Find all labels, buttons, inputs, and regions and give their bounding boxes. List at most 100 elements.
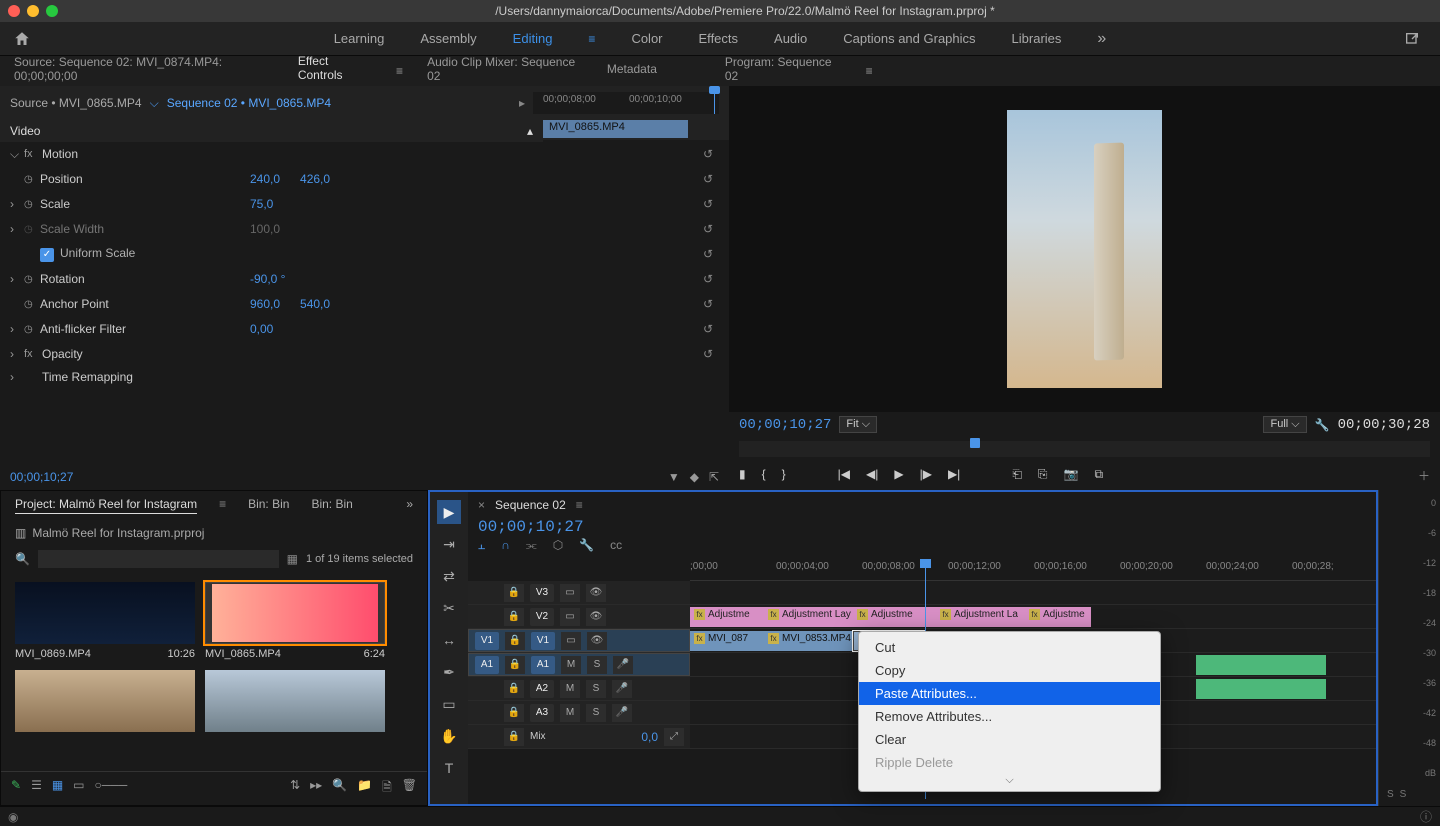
eye-icon[interactable]: 👁 xyxy=(586,584,606,602)
track-target-a3[interactable]: A3 xyxy=(530,704,554,722)
solo-right-icon[interactable]: S xyxy=(1400,789,1407,800)
tab-project[interactable]: Project: Malmö Reel for Instagram xyxy=(15,497,197,514)
mic-icon[interactable]: 🎤 xyxy=(613,656,633,674)
play-only-icon[interactable]: ▸ xyxy=(519,96,525,110)
reset-icon[interactable]: ↺ xyxy=(697,295,719,313)
bin-item-selected[interactable]: MVI_0865.MP46:24 xyxy=(205,582,385,660)
scale-val[interactable]: 75,0 xyxy=(250,197,273,211)
twirl-icon[interactable]: ⌵ xyxy=(10,147,24,162)
clip-adjustment[interactable]: fxAdjustment Lay xyxy=(764,607,853,627)
workspace-captions[interactable]: Captions and Graphics xyxy=(843,31,975,46)
lock-icon[interactable]: 🔒 xyxy=(505,632,525,650)
program-scrubber[interactable] xyxy=(739,441,1430,457)
tab-audio-mixer[interactable]: Audio Clip Mixer: Sequence 02 xyxy=(427,55,583,87)
clip-video[interactable]: fxMVI_087 xyxy=(690,631,764,651)
tab-metadata[interactable]: Metadata xyxy=(607,62,657,80)
snap-icon[interactable]: ⫠ xyxy=(478,538,485,553)
zoom-fit-select[interactable]: Fit ⌵ xyxy=(839,416,877,433)
workspace-editing[interactable]: Editing xyxy=(513,31,553,46)
ec-clip-block[interactable]: MVI_0865.MP4 xyxy=(543,120,688,138)
workspace-audio[interactable]: Audio xyxy=(774,31,807,46)
workspace-learning[interactable]: Learning xyxy=(334,31,385,46)
window-close[interactable] xyxy=(8,5,20,17)
bin-item[interactable]: MVI_0869.MP410:26 xyxy=(15,582,195,660)
stopwatch-icon[interactable]: ◷ xyxy=(24,199,40,210)
clip-audio[interactable] xyxy=(1196,655,1326,675)
cm-ripple-delete[interactable]: Ripple Delete xyxy=(859,751,1160,774)
export-frame-icon[interactable]: ⇱ xyxy=(709,470,719,484)
clip-adjustment[interactable]: fxAdjustme xyxy=(1025,607,1091,627)
clip-adjustment[interactable]: fxAdjustme xyxy=(690,607,764,627)
program-monitor[interactable] xyxy=(729,86,1440,412)
anchor-x[interactable]: 960,0 xyxy=(250,297,280,311)
cc-logo-icon[interactable]: ◉ xyxy=(8,810,18,824)
new-item-icon[interactable]: 🗎 xyxy=(382,778,392,799)
reset-icon[interactable]: ↺ xyxy=(697,270,719,288)
track-select-tool-icon[interactable]: ⇥ xyxy=(437,532,461,556)
clip-video[interactable]: fxMVI_0853.MP4 xyxy=(764,631,853,651)
reset-icon[interactable]: ↺ xyxy=(697,220,719,238)
toggle-output-icon[interactable]: ▭ xyxy=(560,584,580,602)
type-tool-icon[interactable]: T xyxy=(437,756,461,780)
workspace-effects[interactable]: Effects xyxy=(699,31,739,46)
play-icon[interactable]: ▶ xyxy=(894,467,903,484)
uniform-scale-checkbox[interactable]: ✓ xyxy=(40,248,54,262)
sequence-name[interactable]: Sequence 02 xyxy=(495,498,566,512)
hand-tool-icon[interactable]: ✋ xyxy=(437,724,461,748)
lock-icon[interactable]: 🔒 xyxy=(505,656,525,674)
pen-icon[interactable]: ✎ xyxy=(11,778,21,799)
clip-adjustment[interactable]: fxAdjustme xyxy=(853,607,936,627)
filter-icon[interactable]: ▼ xyxy=(668,470,680,484)
out-point-icon[interactable]: } xyxy=(782,467,786,484)
sequence-crumb[interactable]: Sequence 02 • MVI_0865.MP4 xyxy=(167,96,331,110)
anchor-y[interactable]: 540,0 xyxy=(300,297,330,311)
ec-timecode[interactable]: 00;00;10;27 xyxy=(10,470,73,484)
bin-item[interactable] xyxy=(15,670,195,732)
compare-icon[interactable]: ⧉ xyxy=(1094,467,1103,484)
workspace-color[interactable]: Color xyxy=(631,31,662,46)
eye-icon[interactable]: 👁 xyxy=(586,608,606,626)
source-patch-v1[interactable]: V1 xyxy=(475,632,499,650)
in-point-icon[interactable]: { xyxy=(762,467,766,484)
track-target-a1[interactable]: A1 xyxy=(531,656,555,674)
track-target-v3[interactable]: V3 xyxy=(530,584,554,602)
crumb-chevron-icon[interactable]: ⌵ xyxy=(150,96,159,111)
go-out-icon[interactable]: ▶| xyxy=(948,467,960,484)
fx-badge-icon[interactable]: fx xyxy=(24,148,42,160)
new-bin-icon[interactable]: ▦ xyxy=(287,552,298,566)
tab-menu-icon[interactable]: ≡ xyxy=(396,64,403,78)
sort-icon[interactable]: ⇅ xyxy=(290,778,300,799)
icon-view-icon[interactable]: ▦ xyxy=(52,778,63,799)
reset-icon[interactable]: ↺ xyxy=(697,170,719,188)
cm-remove-attributes[interactable]: Remove Attributes... xyxy=(859,705,1160,728)
reset-icon[interactable]: ↺ xyxy=(697,145,719,163)
extract-icon[interactable]: ⎘ xyxy=(1038,467,1048,484)
source-patch-a1[interactable]: A1 xyxy=(475,656,499,674)
cm-clear[interactable]: Clear xyxy=(859,728,1160,751)
workspace-libraries[interactable]: Libraries xyxy=(1012,31,1062,46)
selection-tool-icon[interactable]: ▶ xyxy=(437,500,461,524)
lock-icon[interactable]: 🔒 xyxy=(504,608,524,626)
home-button[interactable] xyxy=(8,25,36,53)
track-target-v2[interactable]: V2 xyxy=(530,608,554,626)
workspace-assembly[interactable]: Assembly xyxy=(420,31,476,46)
linked-sel-icon[interactable]: ⫘ xyxy=(526,538,537,553)
magnet-icon[interactable]: ∩ xyxy=(501,538,510,553)
close-seq-icon[interactable]: × xyxy=(478,498,485,512)
cm-expand-icon[interactable]: ⌵ xyxy=(859,774,1160,787)
expand-icon[interactable]: ⤢ xyxy=(664,728,684,746)
reset-icon[interactable]: ↺ xyxy=(697,195,719,213)
project-search-input[interactable] xyxy=(38,550,279,568)
program-menu-icon[interactable]: ≡ xyxy=(866,64,873,78)
solo-left-icon[interactable]: S xyxy=(1387,789,1394,800)
step-back-icon[interactable]: ◀| xyxy=(866,467,878,484)
clip-adjustment[interactable]: fxAdjustment La xyxy=(936,607,1025,627)
bin-icon[interactable]: ▥ xyxy=(15,526,26,540)
new-bin-icon[interactable]: 📁 xyxy=(357,778,372,799)
reset-icon[interactable]: ↺ xyxy=(697,245,719,263)
reset-icon[interactable]: ↺ xyxy=(697,320,719,338)
freeform-icon[interactable]: ▭ xyxy=(73,778,84,799)
toggle-output-icon[interactable]: ▭ xyxy=(561,632,581,650)
bin-item[interactable] xyxy=(205,670,385,732)
toggle-output-icon[interactable]: ▭ xyxy=(560,608,580,626)
